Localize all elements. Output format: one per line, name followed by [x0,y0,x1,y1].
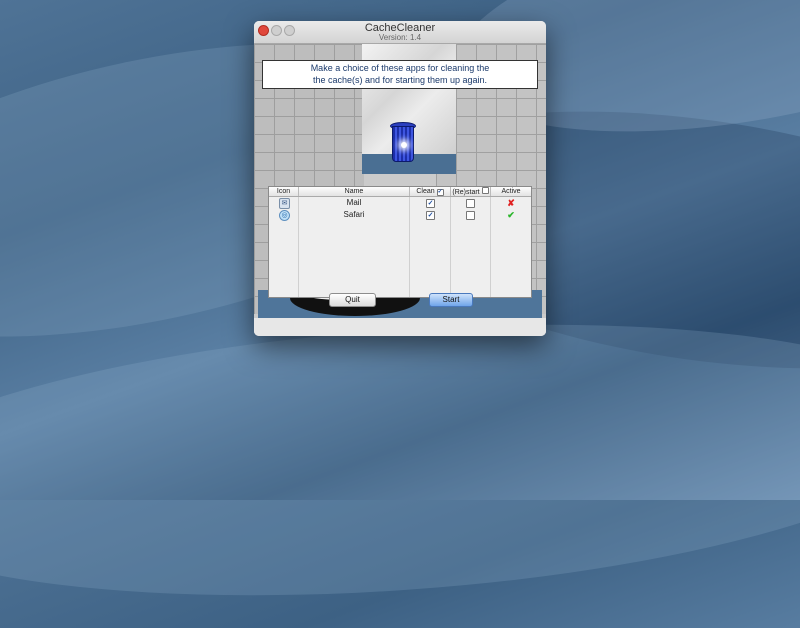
quit-button[interactable]: Quit [329,293,376,307]
restart-all-checkbox[interactable] [481,187,489,194]
table-row[interactable]: ◎ Safari ✓ ✔ [269,209,531,221]
table-row[interactable]: ✉ Mail ✓ ✘ [269,197,531,209]
table-body: ✉ Mail ✓ ✘ ◎ Safari ✓ ✔ [269,197,531,297]
instructions-line-1: Make a choice of these apps for cleaning… [310,63,490,73]
restart-checkbox[interactable] [466,211,475,220]
trash-bin-icon [390,122,416,162]
app-name: Mail [346,198,362,207]
restart-checkbox[interactable] [466,199,475,208]
column-header-restart[interactable]: (Re)start [451,187,491,196]
cachecleaner-window: CacheCleaner Version: 1.4 Make a choice … [254,21,546,336]
desktop-dune [0,291,800,628]
cross-icon: ✘ [507,198,515,208]
clean-checkbox[interactable]: ✓ [426,211,435,220]
app-name: Safari [343,210,365,219]
title-bar[interactable]: CacheCleaner Version: 1.4 [254,21,546,44]
clean-checkbox[interactable]: ✓ [426,199,435,208]
instructions-box: Make a choice of these apps for cleaning… [262,60,538,89]
table-header: Icon Name Clean ✓ (Re)start Active [269,187,531,197]
apps-table[interactable]: Icon Name Clean ✓ (Re)start Active ✉ Mail… [268,186,532,298]
column-header-name[interactable]: Name [299,187,410,196]
bottom-strip [254,318,546,336]
column-header-restart-label: (Re)start [452,189,480,196]
version-label: Version: 1.4 [378,33,422,42]
safari-icon: ◎ [279,210,290,221]
checkmark-icon: ✔ [507,210,515,220]
start-button[interactable]: Start [429,293,473,307]
instructions-line-2: the cache(s) and for starting them up ag… [312,75,488,85]
column-header-icon[interactable]: Icon [269,187,299,196]
column-header-active[interactable]: Active [491,187,531,196]
clean-all-checkbox[interactable]: ✓ [436,189,444,196]
mail-icon: ✉ [279,198,290,209]
column-header-clean-label: Clean [416,188,435,195]
column-header-clean[interactable]: Clean ✓ [410,187,451,196]
background-scene: Make a choice of these apps for cleaning… [254,44,546,336]
